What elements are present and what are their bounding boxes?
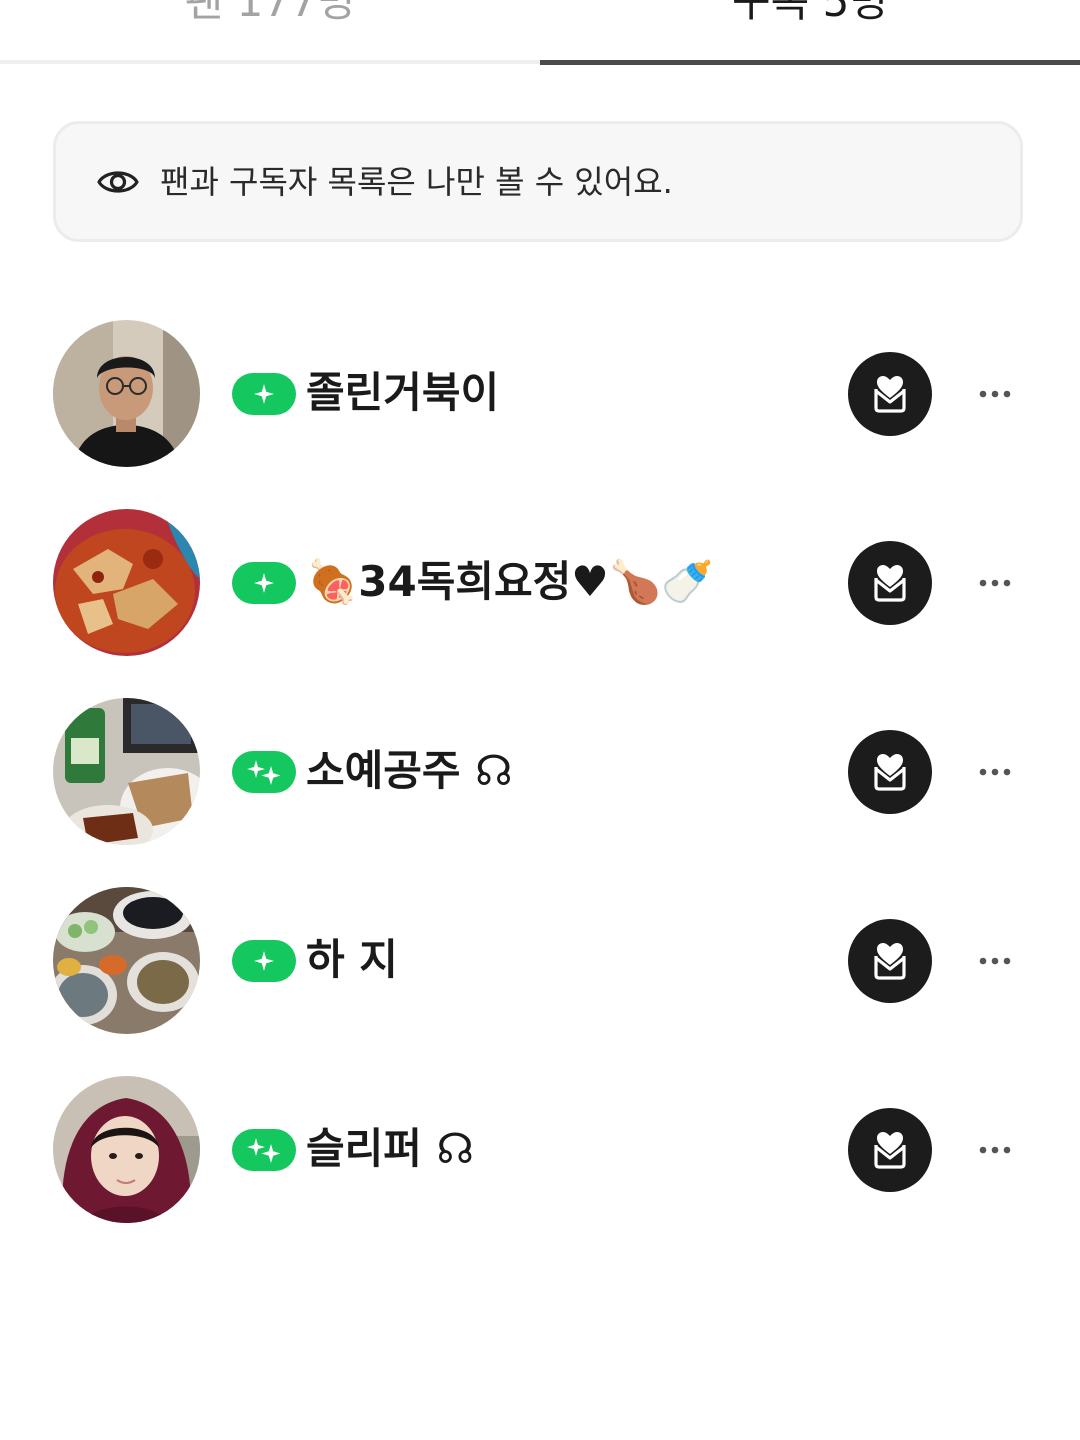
double-sparkle-icon — [247, 760, 281, 785]
tab-bar: 팬 177명 구독 5명 — [0, 0, 1080, 66]
heart-envelope-icon — [874, 565, 906, 602]
message-button[interactable] — [848, 730, 932, 814]
subscriber-name: 🍖34독희요정♥🍗🍼 — [306, 557, 714, 606]
double-sparkle-badge — [232, 751, 296, 793]
sparkle-icon — [254, 951, 274, 971]
message-button[interactable] — [848, 1108, 932, 1192]
subscription-item[interactable]: 🍖34독희요정♥🍗🍼 — [0, 509, 1080, 659]
subscription-item[interactable]: 슬리퍼 ☊ — [0, 1076, 1080, 1226]
message-button[interactable] — [848, 352, 932, 436]
tab-fans[interactable]: 팬 177명 — [0, 0, 540, 32]
double-sparkle-badge — [232, 1129, 296, 1171]
more-icon — [979, 768, 1011, 776]
double-sparkle-icon — [247, 1138, 281, 1163]
more-icon — [979, 390, 1011, 398]
tab-subscriptions[interactable]: 구독 5명 — [540, 0, 1080, 32]
message-button[interactable] — [848, 541, 932, 625]
avatar[interactable] — [53, 509, 200, 656]
more-icon — [979, 579, 1011, 587]
more-options-button[interactable] — [970, 750, 1020, 794]
sparkle-badge — [232, 562, 296, 604]
sparkle-icon — [254, 384, 274, 404]
more-icon — [979, 957, 1011, 965]
subscription-item[interactable]: 하 지 — [0, 887, 1080, 1037]
heart-envelope-icon — [874, 1132, 906, 1169]
subscriber-name: 하 지 — [306, 935, 398, 984]
sparkle-icon — [254, 573, 274, 593]
avatar[interactable] — [53, 698, 200, 845]
heart-envelope-icon — [874, 754, 906, 791]
sparkle-badge — [232, 940, 296, 982]
heart-envelope-icon — [874, 943, 906, 980]
privacy-notice: 팬과 구독자 목록은 나만 볼 수 있어요. — [53, 121, 1023, 242]
subscription-item[interactable]: 소예공주 ☊ — [0, 698, 1080, 848]
message-button[interactable] — [848, 919, 932, 1003]
avatar[interactable] — [53, 1076, 200, 1223]
more-options-button[interactable] — [970, 939, 1020, 983]
subscriber-name: 졸린거북이 — [306, 368, 500, 417]
privacy-notice-text: 팬과 구독자 목록은 나만 볼 수 있어요. — [160, 163, 673, 201]
subscriber-name: 소예공주 ☊ — [306, 746, 513, 795]
sparkle-badge — [232, 373, 296, 415]
heart-envelope-icon — [874, 376, 906, 413]
subscriber-name: 슬리퍼 ☊ — [306, 1124, 474, 1173]
subscription-item[interactable]: 졸린거북이 — [0, 320, 1080, 470]
eye-icon — [97, 171, 139, 193]
active-tab-indicator — [540, 60, 1080, 65]
more-options-button[interactable] — [970, 561, 1020, 605]
avatar[interactable] — [53, 887, 200, 1034]
more-options-button[interactable] — [970, 372, 1020, 416]
avatar[interactable] — [53, 320, 200, 467]
more-options-button[interactable] — [970, 1128, 1020, 1172]
more-icon — [979, 1146, 1011, 1154]
